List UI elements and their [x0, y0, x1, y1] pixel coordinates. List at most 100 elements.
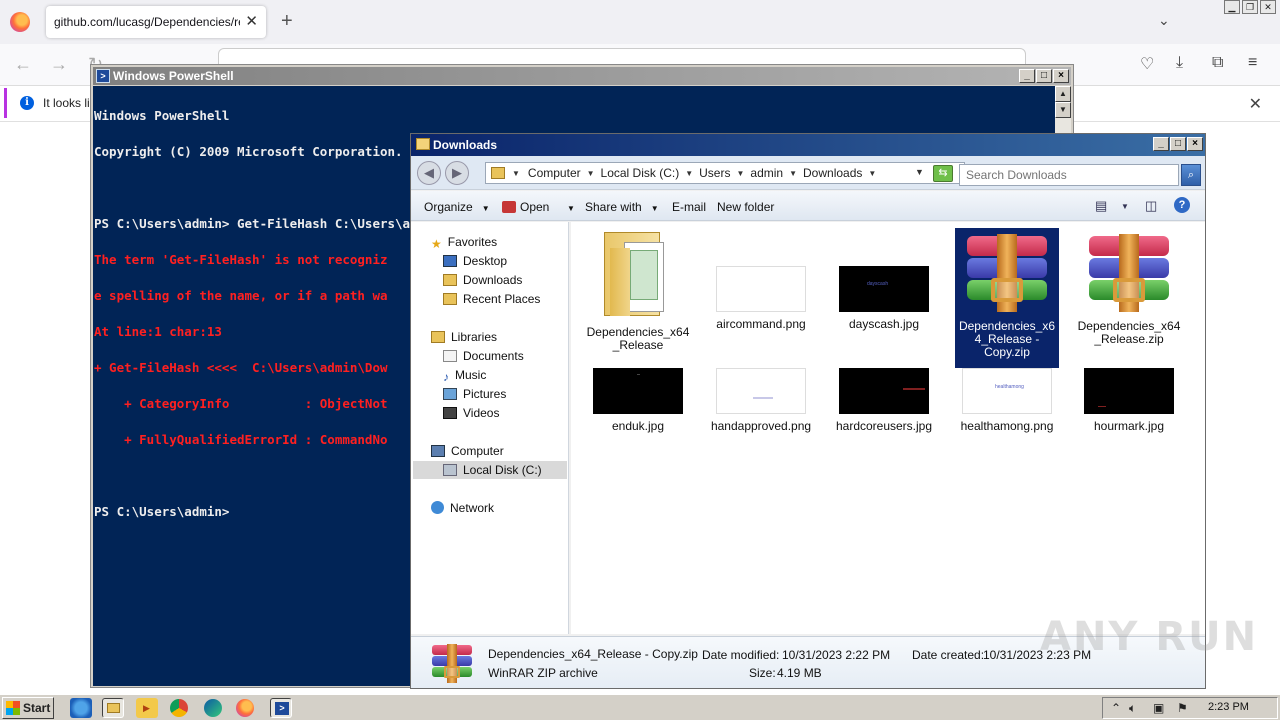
file-item[interactable]: dayscash dayscash.jpg [829, 228, 939, 334]
file-name: healthamong.png [960, 419, 1054, 433]
edge-icon[interactable] [204, 699, 222, 717]
browser-tab[interactable]: github.com/lucasg/Dependencies/relea ✕ [46, 6, 266, 38]
file-item[interactable]: Dependencies_x64_Release.zip [1074, 228, 1184, 349]
command-bar: Organize ▼ Open ▼ Share with ▼ E-mail New … [411, 191, 1205, 221]
breadcrumb-users[interactable]: Users [699, 166, 730, 180]
chevron-down-icon[interactable]: ▼ [685, 169, 693, 178]
chevron-down-icon[interactable]: ▼ [1121, 202, 1129, 211]
nav-documents-label: Documents [463, 349, 524, 363]
network-tray-icon[interactable]: ▣ [1153, 701, 1164, 715]
scroll-down-icon[interactable]: ▼ [1055, 102, 1071, 118]
nav-recent-places[interactable]: Recent Places [443, 290, 540, 308]
maximize-icon[interactable]: □ [1170, 137, 1186, 151]
file-item[interactable]: healthamong healthamong.png [952, 368, 1062, 436]
search-input[interactable] [966, 166, 1156, 184]
file-item[interactable]: enduk.jpg [583, 368, 693, 436]
nav-videos-label: Videos [463, 406, 500, 420]
breadcrumb-local-disk[interactable]: Local Disk (C:) [601, 166, 680, 180]
back-icon[interactable]: ◀ [417, 161, 441, 185]
share-with-label: Share with [585, 200, 642, 214]
new-tab-icon[interactable]: + [281, 10, 293, 33]
forward-arrow-icon[interactable]: → [50, 54, 68, 75]
back-arrow-icon[interactable]: ← [14, 54, 32, 75]
breadcrumb[interactable]: ▼ Computer ▼ Local Disk (C:) ▼ Users ▼ a… [485, 162, 965, 184]
share-with-button[interactable]: Share with ▼ [585, 200, 659, 214]
internet-explorer-icon[interactable] [70, 698, 92, 718]
search-icon[interactable]: ⌕ [1181, 164, 1201, 186]
nav-music[interactable]: ♪ Music [443, 366, 486, 384]
nav-downloads-label: Downloads [463, 273, 523, 287]
downloads-icon[interactable]: ⤓ [1176, 54, 1183, 72]
action-center-flag-icon[interactable]: ⚑ [1177, 701, 1188, 715]
extensions-icon[interactable]: ⧉ [1212, 54, 1223, 72]
refresh-icon[interactable]: ⇆ [933, 165, 953, 182]
minimize-icon[interactable]: _ [1153, 137, 1169, 151]
file-item-folder[interactable]: Dependencies_x64_Release [583, 228, 693, 355]
image-thumbnail: dayscash [839, 266, 929, 312]
nav-network[interactable]: Network [431, 499, 494, 517]
nav-computer[interactable]: Computer [431, 442, 504, 460]
nav-pictures[interactable]: Pictures [443, 385, 506, 403]
search-box[interactable] [959, 164, 1179, 186]
volume-icon[interactable]: 🔈︎ [1129, 701, 1136, 716]
powershell-taskbar-icon[interactable]: > [270, 698, 292, 718]
breadcrumb-admin[interactable]: admin [750, 166, 783, 180]
chevron-down-icon[interactable]: ▼ [868, 169, 876, 178]
breadcrumb-computer[interactable]: Computer [528, 166, 581, 180]
organize-button[interactable]: Organize ▼ [424, 200, 490, 214]
close-notification-icon[interactable]: ✕ [1249, 94, 1262, 114]
change-view-icon[interactable]: ▤ [1095, 198, 1107, 214]
forward-icon[interactable]: ▶ [445, 161, 469, 185]
maximize-icon[interactable]: □ [1036, 69, 1052, 83]
nav-favorites[interactable]: ★ Favorites [431, 233, 497, 251]
start-button[interactable]: Start [2, 697, 54, 719]
chevron-down-icon[interactable]: ▼ [789, 169, 797, 178]
close-icon[interactable]: × [1053, 69, 1069, 83]
media-player-icon[interactable]: ▶ [136, 698, 158, 718]
chrome-icon[interactable] [170, 699, 188, 717]
nav-local-disk[interactable]: Local Disk (C:) [413, 461, 567, 479]
chevron-down-icon[interactable]: ▼ [512, 169, 520, 178]
minimize-icon[interactable]: _ [1019, 69, 1035, 83]
address-history-icon[interactable]: ▼ [915, 167, 924, 177]
chevron-down-icon: ▼ [567, 204, 575, 213]
minimize-icon[interactable]: ▁ [1224, 0, 1240, 14]
pictures-icon [443, 388, 457, 400]
file-item[interactable]: hourmark.jpg [1074, 368, 1184, 436]
help-icon[interactable]: ? [1174, 197, 1190, 213]
file-item[interactable]: hardcoreusers.jpg [829, 368, 939, 436]
close-icon[interactable]: ✕ [1260, 0, 1276, 14]
nav-desktop[interactable]: Desktop [443, 252, 507, 270]
file-item[interactable]: handapproved.png [706, 368, 816, 436]
explorer-window[interactable]: Downloads _ □ × ◀ ▶ ▼ Computer ▼ Local D… [410, 133, 1206, 689]
file-item-selected[interactable]: Dependencies_x64_Release - Copy.zip [955, 228, 1059, 368]
nav-downloads[interactable]: Downloads [443, 271, 522, 289]
email-button[interactable]: E-mail [672, 200, 706, 214]
breadcrumb-downloads[interactable]: Downloads [803, 166, 862, 180]
open-button[interactable]: Open [502, 200, 549, 214]
new-folder-button[interactable]: New folder [717, 200, 774, 214]
close-icon[interactable]: × [1187, 137, 1203, 151]
explorer-taskbar-icon[interactable] [102, 698, 124, 718]
chevron-down-icon[interactable]: ▼ [587, 169, 595, 178]
menu-icon[interactable]: ≡ [1248, 54, 1257, 72]
firefox-icon[interactable] [236, 699, 254, 717]
list-tabs-icon[interactable]: ⌄ [1158, 12, 1170, 29]
close-tab-icon[interactable]: ✕ [245, 12, 258, 30]
preview-pane-icon[interactable]: ◫ [1145, 198, 1157, 214]
clock[interactable]: 2:23 PM [1208, 701, 1249, 713]
nav-libraries[interactable]: Libraries [431, 328, 497, 346]
pocket-icon[interactable]: ♡ [1140, 54, 1154, 74]
file-item[interactable]: aircommand.png [706, 228, 816, 334]
explorer-titlebar[interactable]: Downloads _ □ × [411, 134, 1205, 156]
powershell-titlebar[interactable]: > Windows PowerShell _ □ × [93, 67, 1071, 85]
restore-icon[interactable]: ❐ [1242, 0, 1258, 14]
open-dropdown[interactable]: ▼ [558, 200, 575, 214]
nav-libraries-label: Libraries [451, 330, 498, 344]
nav-documents[interactable]: Documents [443, 347, 524, 365]
scroll-up-icon[interactable]: ▲ [1055, 86, 1071, 102]
details-size-value: 4.19 MB [777, 666, 822, 680]
show-hidden-icons-icon[interactable]: ⌃ [1111, 701, 1121, 715]
chevron-down-icon[interactable]: ▼ [736, 169, 744, 178]
nav-videos[interactable]: Videos [443, 404, 499, 422]
